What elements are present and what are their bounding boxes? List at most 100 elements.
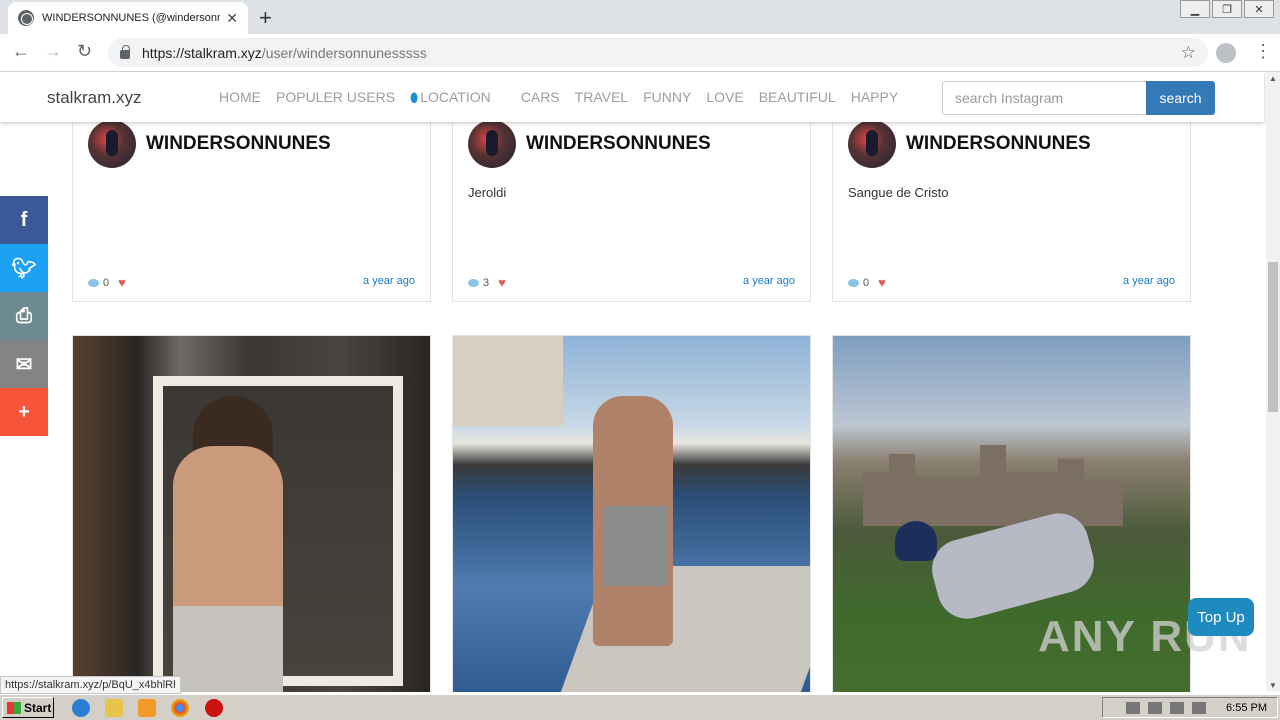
browser-tab[interactable]: WINDERSONNUNES (@windersonnu ✕ — [8, 2, 248, 34]
menu-cars[interactable]: CARS — [521, 89, 560, 106]
menu-home[interactable]: HOME — [219, 89, 261, 106]
menu-love[interactable]: LOVE — [706, 89, 743, 106]
url-host: https://stalkram.xyz — [142, 44, 262, 61]
envelope-icon: ✉ — [15, 353, 33, 376]
clock: 6:55 PM — [1226, 701, 1267, 714]
post-stats: 0 ♥ — [88, 275, 126, 290]
menu-populer-users[interactable]: POPULER USERS — [276, 89, 395, 106]
url-field[interactable]: https://stalkram.xyz/user/windersonnunes… — [108, 38, 1208, 67]
status-bar-url: https://stalkram.xyz/p/BqU_x4bhlRl — [0, 676, 181, 694]
more-share-button[interactable]: + — [0, 388, 48, 436]
ie-icon[interactable] — [72, 699, 90, 717]
site-brand[interactable]: stalkram.xyz — [47, 88, 141, 108]
page-viewport: stalkram.xyz HOME POPULER USERS ⬮ LOCATIO… — [0, 72, 1266, 692]
photo-shorts — [603, 506, 667, 586]
post-photo-selfie[interactable] — [72, 335, 431, 692]
post-time[interactable]: a year ago — [1123, 275, 1175, 287]
post-caption: Sangue de Cristo — [848, 185, 949, 200]
menu-travel[interactable]: TRAVEL — [575, 89, 628, 106]
twitter-icon: 🐦︎ — [11, 257, 37, 280]
close-window-icon[interactable]: ✕ — [1244, 0, 1274, 18]
chrome-icon[interactable] — [171, 699, 189, 717]
back-icon[interactable]: ← — [12, 41, 30, 62]
tray-arrow-icon[interactable] — [1126, 701, 1141, 714]
heart-icon[interactable]: ♥ — [118, 275, 126, 290]
page-scrollbar[interactable]: ▲ ▼ — [1266, 72, 1280, 692]
browser-tabbar: WINDERSONNUNES (@windersonnu ✕ + ▁ ❐ ✕ — [0, 0, 1280, 34]
forward-icon[interactable]: → — [44, 41, 62, 62]
post-photo-pool[interactable] — [452, 335, 811, 692]
map-pin-icon: ⬮ — [410, 90, 419, 105]
opera-icon[interactable] — [205, 699, 223, 717]
comment-icon — [848, 278, 859, 287]
close-tab-icon[interactable]: ✕ — [226, 10, 238, 27]
photo-building — [453, 336, 563, 426]
volume-icon[interactable] — [1170, 701, 1185, 714]
email-share-button[interactable]: ✉ — [0, 340, 48, 388]
media-player-icon[interactable] — [138, 699, 156, 717]
avatar[interactable] — [848, 120, 896, 168]
search-button[interactable]: search — [1146, 81, 1215, 115]
minimize-icon[interactable]: ▁ — [1180, 0, 1210, 18]
main-menu: HOME POPULER USERS ⬮ LOCATION CARS TRAVEL… — [219, 89, 913, 106]
comment-icon — [88, 278, 99, 287]
photo-castle-ruins — [863, 445, 1123, 526]
menu-happy[interactable]: HAPPY — [851, 89, 898, 106]
twitter-share-button[interactable]: 🐦︎ — [0, 244, 48, 292]
reload-icon[interactable]: ↻ — [77, 41, 92, 62]
avatar[interactable] — [88, 120, 136, 168]
post-username[interactable]: WINDERSONNUNES — [146, 133, 331, 155]
comment-count: 3 — [483, 276, 490, 289]
post-time[interactable]: a year ago — [363, 275, 415, 287]
system-tray: 6:55 PM — [1102, 697, 1278, 718]
lock-icon — [120, 45, 130, 59]
bookmark-star-icon[interactable]: ☆ — [1181, 43, 1196, 63]
heart-icon[interactable]: ♥ — [878, 275, 886, 290]
print-button[interactable]: ⎙ — [0, 292, 48, 340]
post-card[interactable]: WINDERSONNUNES Sangue de Cristo 0 ♥ a ye… — [832, 104, 1191, 302]
post-stats: 3 ♥ — [468, 275, 506, 290]
facebook-icon: f — [20, 208, 28, 231]
new-tab-icon[interactable]: + — [259, 5, 272, 31]
post-username[interactable]: WINDERSONNUNES — [526, 133, 711, 155]
post-card[interactable]: WINDERSONNUNES 0 ♥ a year ago — [72, 104, 431, 302]
start-label: Start — [24, 700, 52, 715]
restore-icon[interactable]: ❐ — [1212, 0, 1242, 18]
window-controls: ▁ ❐ ✕ — [1180, 0, 1274, 18]
photo-hat — [895, 521, 937, 561]
avatar[interactable] — [468, 120, 516, 168]
post-username[interactable]: WINDERSONNUNES — [906, 133, 1091, 155]
folder-icon[interactable] — [105, 699, 123, 717]
profile-avatar-icon[interactable] — [1216, 43, 1236, 63]
menu-funny[interactable]: FUNNY — [643, 89, 691, 106]
menu-beautiful[interactable]: BEAUTIFUL — [759, 89, 836, 106]
tab-title: WINDERSONNUNES (@windersonnu — [42, 12, 221, 24]
comment-icon — [468, 278, 479, 287]
scroll-down-icon[interactable]: ▼ — [1269, 681, 1277, 690]
url-path: /user/windersonnunesssss — [261, 44, 427, 61]
scroll-up-icon[interactable]: ▲ — [1269, 74, 1277, 83]
post-card[interactable]: WINDERSONNUNES Jeroldi 3 ♥ a year ago — [452, 104, 811, 302]
menu-location[interactable]: ⬮ LOCATION — [410, 89, 506, 106]
flag-icon[interactable] — [1192, 701, 1207, 714]
post-stats: 0 ♥ — [848, 275, 886, 290]
comment-count: 0 — [103, 276, 110, 289]
heart-icon[interactable]: ♥ — [498, 275, 506, 290]
search-input[interactable]: search Instagram — [942, 81, 1147, 115]
comment-count: 0 — [863, 276, 870, 289]
post-time[interactable]: a year ago — [743, 275, 795, 287]
facebook-share-button[interactable]: f — [0, 196, 48, 244]
browser-menu-icon[interactable]: ⋮ — [1254, 41, 1272, 62]
windows-logo-icon — [7, 701, 21, 714]
printer-icon: ⎙ — [16, 304, 32, 327]
address-bar: ← → ↻ https://stalkram.xyz/user/winderso… — [0, 34, 1280, 72]
start-button[interactable]: Start — [2, 697, 54, 718]
site-navbar: stalkram.xyz HOME POPULER USERS ⬮ LOCATIO… — [0, 72, 1264, 122]
windows-taskbar: Start 6:55 PM — [0, 694, 1280, 720]
globe-icon — [18, 10, 34, 26]
network-icon[interactable] — [1148, 701, 1163, 714]
top-up-button[interactable]: Top Up — [1188, 598, 1254, 636]
scroll-thumb[interactable] — [1268, 262, 1278, 412]
photo-pants — [173, 606, 283, 692]
plus-icon: + — [18, 400, 30, 423]
